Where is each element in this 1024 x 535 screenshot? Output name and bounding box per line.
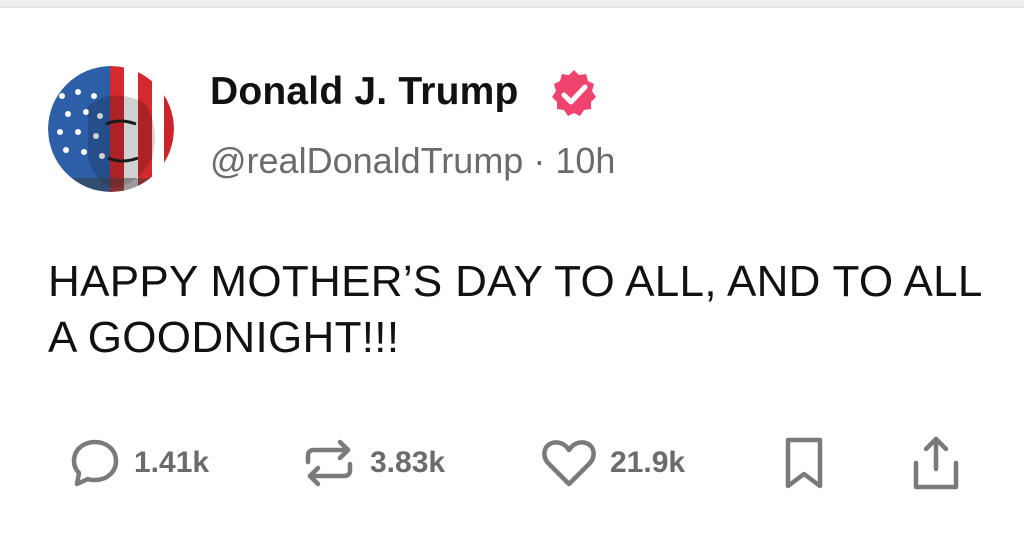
share-icon <box>913 436 959 490</box>
share-button[interactable] <box>908 428 964 498</box>
author-handle[interactable]: @realDonaldTrump <box>210 140 523 181</box>
avatar[interactable] <box>48 66 174 192</box>
post-time[interactable]: 10h <box>555 140 615 181</box>
like-count: 21.9k <box>610 446 686 479</box>
bookmark-icon <box>785 437 823 489</box>
repost-icon <box>305 439 353 487</box>
reply-count: 1.41k <box>134 446 210 479</box>
reply-button[interactable]: 1.41k <box>68 428 209 498</box>
flag-portrait-image <box>48 66 174 192</box>
action-bar: 1.41k 3.83k 21.9k <box>0 428 1024 498</box>
verified-badge-icon <box>548 68 600 120</box>
author-name[interactable]: Donald J. Trump <box>210 70 519 114</box>
like-button[interactable]: 21.9k <box>540 428 685 498</box>
heart-icon <box>542 440 596 487</box>
bookmark-button[interactable] <box>782 428 826 498</box>
top-divider <box>0 0 1024 8</box>
comment-icon <box>71 439 119 487</box>
separator-dot: · <box>533 140 546 181</box>
handle-line: @realDonaldTrump · 10h <box>210 140 615 182</box>
repost-count: 3.83k <box>370 446 446 479</box>
post-text: HAPPY MOTHER’S DAY TO ALL, AND TO ALL A … <box>48 257 982 362</box>
repost-button[interactable]: 3.83k <box>300 428 445 498</box>
